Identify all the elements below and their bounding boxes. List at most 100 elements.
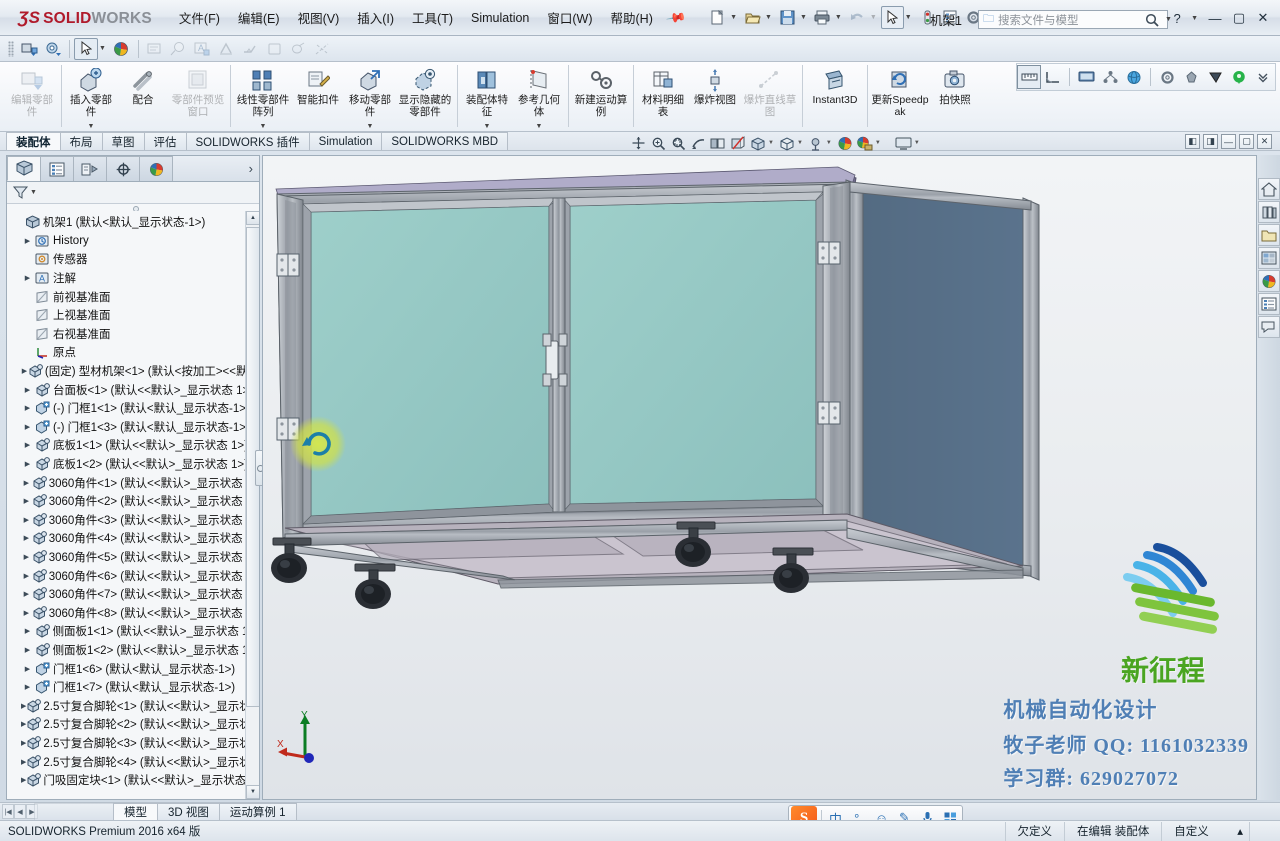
save-icon[interactable] (776, 6, 799, 29)
ribbon-assembly-feature[interactable]: 装配体特征 ▼ (461, 62, 513, 132)
tree-node[interactable]: 前视基准面 (7, 287, 259, 306)
viewport-layout-icon[interactable] (894, 134, 914, 153)
apply-appearance-caret[interactable]: ▼ (875, 140, 881, 146)
tree-expander[interactable]: ▶ (21, 479, 32, 487)
tab-evaluate[interactable]: 评估 (143, 132, 187, 150)
open-document-icon[interactable] (741, 6, 764, 29)
tree-expander[interactable]: ▶ (21, 460, 34, 468)
maximize-window-icon[interactable]: ◨ (1203, 134, 1218, 149)
edit-appearance-icon[interactable] (777, 134, 797, 153)
display-style-icon[interactable] (728, 134, 748, 153)
exit-document-icon[interactable]: ✕ (1257, 134, 1272, 149)
ribbon-show-hidden[interactable]: 显示隐藏的零部件 (396, 62, 454, 132)
menu-insert[interactable]: 插入(I) (348, 5, 403, 30)
tree-expander[interactable]: ▶ (21, 665, 34, 673)
bottom-tab-ghost[interactable] (34, 803, 114, 820)
ribbon-assembly-feature-dropdown[interactable]: ▼ (484, 123, 491, 130)
apply-scene-icon[interactable] (806, 134, 826, 153)
file-explorer-icon[interactable] (1257, 224, 1280, 246)
magnet-icon[interactable] (1203, 65, 1227, 89)
tab-sketch[interactable]: 草图 (101, 132, 145, 150)
design-library-icon[interactable] (1257, 201, 1280, 223)
ribbon-smart-fastener[interactable]: 智能扣件 (292, 62, 344, 132)
ribbon-linear-pattern[interactable]: 线性零部件阵列 ▼ (234, 62, 292, 132)
tree-expander[interactable]: ▶ (21, 237, 34, 245)
display-manager-icon[interactable] (139, 156, 173, 181)
tree-expander[interactable]: ▶ (21, 274, 34, 282)
new-document-icon[interactable] (706, 6, 729, 29)
search-magnifier-icon[interactable] (1142, 10, 1162, 29)
solidworks-forum-icon[interactable] (1257, 316, 1280, 338)
tree-node[interactable]: ▶ 底板1<1> (默认<<默认>_显示状态 1>) (7, 436, 259, 455)
view-palette-icon[interactable] (1257, 247, 1280, 269)
menu-window[interactable]: 窗口(W) (538, 5, 601, 30)
menu-tools[interactable]: 工具(T) (403, 5, 462, 30)
tree-node[interactable]: ▶ 2.5寸复合脚轮<1> (默认<<默认>_显示状态 (7, 696, 259, 715)
open-document-caret[interactable]: ▼ (765, 14, 772, 21)
display-icon[interactable] (1074, 65, 1098, 89)
tree-node[interactable]: ▶ 3060角件<2> (默认<<默认>_显示状态 1> (7, 492, 259, 511)
tree-expander[interactable]: ▶ (21, 386, 34, 394)
tree-node[interactable]: ▶ 侧面板1<2> (默认<<默认>_显示状态 1>) (7, 641, 259, 660)
select-icon[interactable] (880, 6, 904, 29)
close-button[interactable]: ✕ (1252, 8, 1274, 28)
minimize-window-icon[interactable]: — (1221, 134, 1236, 149)
ribbon-exploded-view[interactable]: 爆炸视图 (689, 62, 741, 132)
configuration-manager-icon[interactable] (73, 156, 107, 181)
tree-collapse-pin[interactable] (7, 204, 259, 212)
tree-node[interactable]: ▶ 侧面板1<1> (默认<<默认>_显示状态 1>) (7, 622, 259, 641)
globe-icon[interactable] (1122, 65, 1146, 89)
undo-icon[interactable] (846, 6, 869, 29)
tree-node[interactable]: ▶ 2.5寸复合脚轮<2> (默认<<默认>_显示状态 (7, 715, 259, 734)
tree-node[interactable]: ▶ 门框1<7> (默认<默认_显示状态-1>) (7, 678, 259, 697)
tab-addins[interactable]: SOLIDWORKS 插件 (185, 132, 310, 150)
menu-view[interactable]: 视图(V) (289, 5, 349, 30)
dimxpert-icon[interactable] (106, 156, 140, 181)
bottom-tab-motionstudy[interactable]: 运动算例 1 (218, 803, 297, 820)
tree-node[interactable]: ▶ 3060角件<8> (默认<<默认>_显示状态 1> (7, 603, 259, 622)
tree-expander[interactable]: ▶ (21, 609, 32, 617)
tree-node[interactable]: ▶ 3060角件<6> (默认<<默认>_显示状态 1> (7, 566, 259, 585)
tab-simulation[interactable]: Simulation (308, 132, 383, 150)
graphics-viewport[interactable]: X Y 新征程 机械自动化设计 牧子老师 QQ: 1161032339 学习群:… (262, 155, 1268, 800)
tree-node[interactable]: ▶ 3060角件<3> (默认<<默认>_显示状态 1> (7, 511, 259, 530)
help-button[interactable]: ? (1166, 8, 1188, 28)
edit-assembly-icon[interactable] (41, 38, 65, 60)
status-units-caret[interactable]: ▴ (1231, 822, 1249, 841)
ribbon-new-motion-study[interactable]: 新建运动算例 (572, 62, 630, 132)
edit-component-icon[interactable] (17, 38, 41, 60)
assembly-3d-model[interactable] (263, 156, 1268, 800)
tree-node[interactable]: ▶ (-) 门框1<3> (默认<默认_显示状态-1>) (7, 418, 259, 437)
tag-icon[interactable] (1249, 821, 1274, 841)
ribbon-move-component[interactable]: 移动零部件 ▼ (344, 62, 396, 132)
ribbon-instant3d[interactable]: Instant3D (806, 62, 864, 132)
view-settings-icon[interactable] (835, 134, 855, 153)
filter-caret[interactable]: ▼ (30, 189, 37, 196)
property-manager-icon[interactable] (40, 156, 74, 181)
menu-simulation[interactable]: Simulation (462, 8, 538, 28)
maximize-button[interactable]: ▢ (1228, 8, 1250, 28)
ribbon-insert-component[interactable]: 插入零部件 ▼ (65, 62, 117, 132)
tree-node[interactable]: ▶ 3060角件<1> (默认<<默认>_显示状态 1> (7, 473, 259, 492)
tree-scrollbar[interactable]: ▲ ▼ (245, 211, 259, 799)
tree-filter-bar[interactable]: ▼ (7, 182, 259, 204)
viewport-layout-caret[interactable]: ▼ (914, 140, 920, 146)
tree-expander[interactable]: ▶ (21, 534, 32, 542)
apply-appearance-icon[interactable] (855, 134, 875, 153)
save-caret[interactable]: ▼ (800, 14, 807, 21)
tab-prev[interactable]: ◀ (14, 804, 26, 819)
tree-node[interactable]: ▶ 2.5寸复合脚轮<4> (默认<<默认>_显示状态 (7, 752, 259, 771)
tree-expander[interactable]: ▶ (21, 497, 32, 505)
tree-node[interactable]: ▶ History (7, 232, 259, 251)
tree-expander[interactable]: ▶ (21, 516, 32, 524)
tree-expander[interactable]: ▶ (21, 683, 34, 691)
section-view-icon[interactable] (688, 134, 708, 153)
tree-scroll-down[interactable]: ▼ (246, 785, 259, 799)
status-units[interactable]: 自定义 (1161, 821, 1231, 841)
chevron-right-icon[interactable]: › (249, 161, 253, 176)
measure-icon[interactable] (1017, 65, 1041, 89)
tree-node[interactable]: ▶ 2.5寸复合脚轮<3> (默认<<默认>_显示状态 (7, 734, 259, 753)
tree-expander[interactable]: ▶ (21, 423, 34, 431)
tree-expander[interactable]: ▶ (21, 646, 34, 654)
tab-assembly[interactable]: 装配体 (6, 132, 61, 150)
